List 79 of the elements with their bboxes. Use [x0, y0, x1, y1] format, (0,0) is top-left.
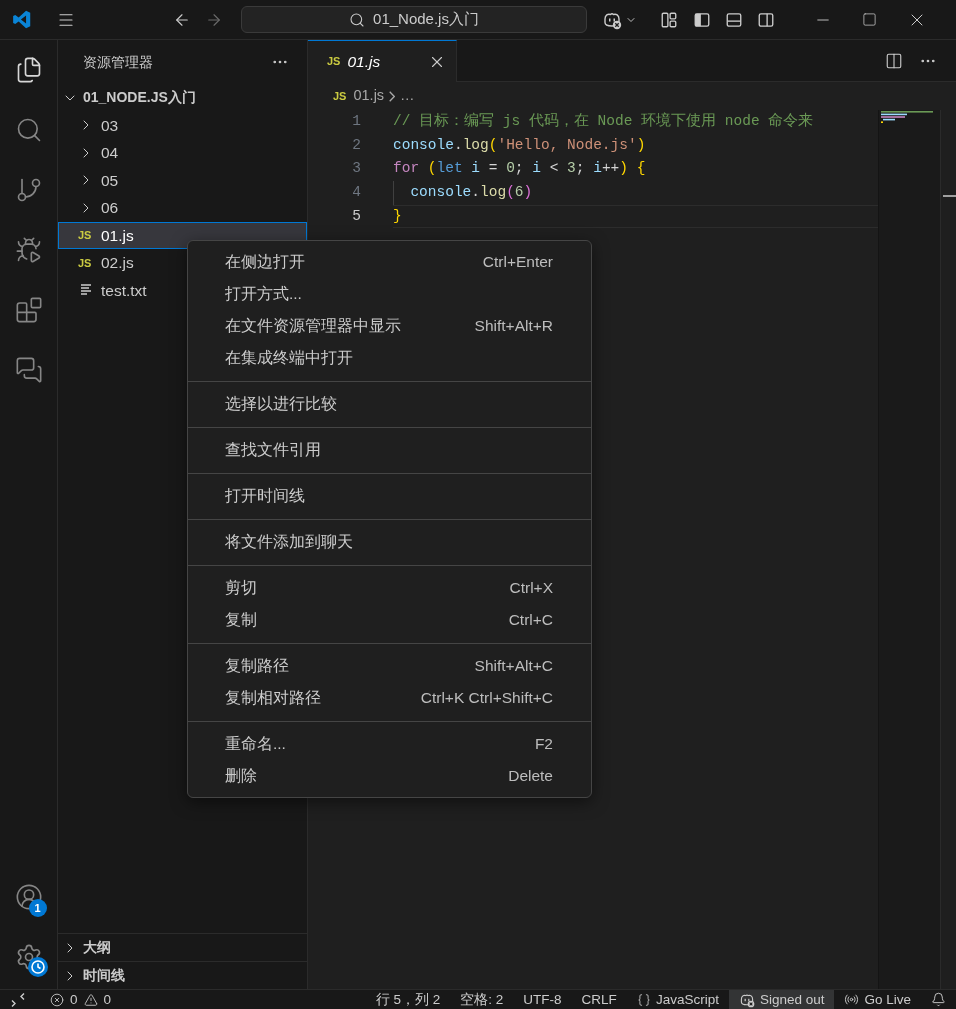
right-sidebar-toggle-icon[interactable]: [757, 10, 775, 29]
menu-item[interactable]: 复制路径 Shift+Alt+C: [188, 650, 591, 682]
code-line: console.log(6): [410, 183, 533, 203]
warning-count[interactable]: 0: [103, 990, 112, 1009]
panel-title: 资源管理器: [83, 52, 153, 72]
menu-item[interactable]: 复制相对路径 Ctrl+K Ctrl+Shift+C: [188, 682, 591, 714]
menu-item[interactable]: 在侧边打开 Ctrl+Enter: [188, 246, 591, 278]
menu-item[interactable]: 打开方式...: [188, 278, 591, 310]
shortcut-label: Shift+Alt+C: [474, 656, 553, 677]
account-icon[interactable]: [14, 883, 43, 911]
chevron-right-icon: [389, 90, 396, 102]
left-sidebar-toggle-icon[interactable]: [693, 10, 711, 29]
app-logo-icon: [12, 10, 31, 29]
menu-item[interactable]: 在集成终端中打开: [188, 342, 591, 374]
file-type-label: JS: [78, 228, 93, 243]
code-line: }: [393, 206, 402, 226]
file-type-label: JS: [327, 54, 341, 70]
maximize-icon[interactable]: [862, 12, 877, 27]
menu-item[interactable]: 在文件资源管理器中显示 Shift+Alt+R: [188, 310, 591, 342]
shortcut-label: Delete: [508, 766, 553, 787]
section-header[interactable]: 大纲: [58, 933, 307, 961]
error-icon[interactable]: [50, 992, 64, 1007]
line-number: 1: [351, 111, 361, 131]
tree-item[interactable]: 06: [58, 194, 307, 222]
code-line: for (let i = 0; i < 3; i++) {: [393, 159, 646, 179]
breadcrumb-item[interactable]: …: [400, 85, 415, 107]
tree-item[interactable]: 04: [58, 139, 307, 167]
status-item[interactable]: Signed out: [728, 990, 835, 1009]
line-number: 2: [351, 135, 361, 155]
shortcut-label: Ctrl+X: [509, 578, 553, 599]
cursor-marker: [943, 195, 956, 197]
menu-item[interactable]: 将文件添加到聊天: [188, 526, 591, 558]
editor-tab[interactable]: JS 01.js: [308, 40, 457, 82]
line-number: 5: [351, 206, 361, 226]
braces-icon: [636, 992, 651, 1007]
shortcut-label: Ctrl+K Ctrl+Shift+C: [420, 688, 553, 709]
broadcast-icon: [844, 992, 860, 1007]
code-line: // 目标：编写 js 代码，在 Node 环境下使用 node 命令来: [393, 111, 814, 131]
bottom-panel-toggle-icon[interactable]: [725, 10, 743, 29]
line-number: 3: [351, 159, 361, 179]
blocks-icon[interactable]: [14, 296, 43, 324]
shortcut-label: Ctrl+C: [508, 610, 553, 631]
error-count[interactable]: 0: [70, 990, 78, 1009]
menu-item[interactable]: 打开时间线: [188, 480, 591, 512]
shortcut-label: Ctrl+Enter: [482, 252, 553, 273]
status-item[interactable]: CRLF: [571, 990, 627, 1009]
remote-icon[interactable]: [10, 991, 26, 1008]
menu-item[interactable]: 复制 Ctrl+C: [188, 604, 591, 636]
bell-icon[interactable]: [931, 992, 946, 1007]
bug-play-icon[interactable]: [14, 236, 43, 264]
tree-item[interactable]: 03: [58, 111, 307, 139]
warning-icon[interactable]: [83, 992, 98, 1007]
menu-item[interactable]: 查找文件引用: [188, 434, 591, 466]
notification-count: 1: [28, 899, 47, 917]
file-type-label: JS: [333, 88, 347, 104]
menu-item[interactable]: 剪切 Ctrl+X: [188, 572, 591, 604]
shortcut-label: F2: [534, 734, 553, 755]
status-item[interactable]: 行 5，列 2: [365, 990, 451, 1009]
command-center[interactable]: 01_Node.js入门: [241, 6, 587, 33]
status-item[interactable]: 空格: 2: [450, 990, 514, 1009]
chat-icon[interactable]: [14, 356, 43, 384]
shortcut-label: Shift+Alt+R: [474, 316, 553, 337]
status-item[interactable]: UTF-8: [513, 990, 572, 1009]
tree-item[interactable]: 05: [58, 166, 307, 194]
line-number: 4: [351, 183, 361, 203]
menu-item[interactable]: 删除 Delete: [188, 760, 591, 792]
layout-icon[interactable]: [660, 10, 678, 29]
tree-item[interactable]: 01_NODE.JS入门: [58, 84, 307, 112]
robot-head-icon[interactable]: [738, 991, 755, 1008]
breadcrumb-item[interactable]: JS 01.js: [333, 85, 385, 107]
status-item[interactable]: Go Live: [834, 990, 921, 1009]
code-line: console.log('Hello, Node.js'): [393, 135, 646, 155]
split-editor-icon[interactable]: [885, 51, 903, 70]
status-item[interactable]: JavaScript: [626, 990, 729, 1009]
menu-item[interactable]: 重命名... F2: [188, 728, 591, 760]
file-type-label: JS: [78, 255, 93, 271]
clock-icon: [27, 957, 48, 977]
search-icon: [349, 11, 366, 28]
menu-item[interactable]: 选择以进行比较: [188, 388, 591, 420]
